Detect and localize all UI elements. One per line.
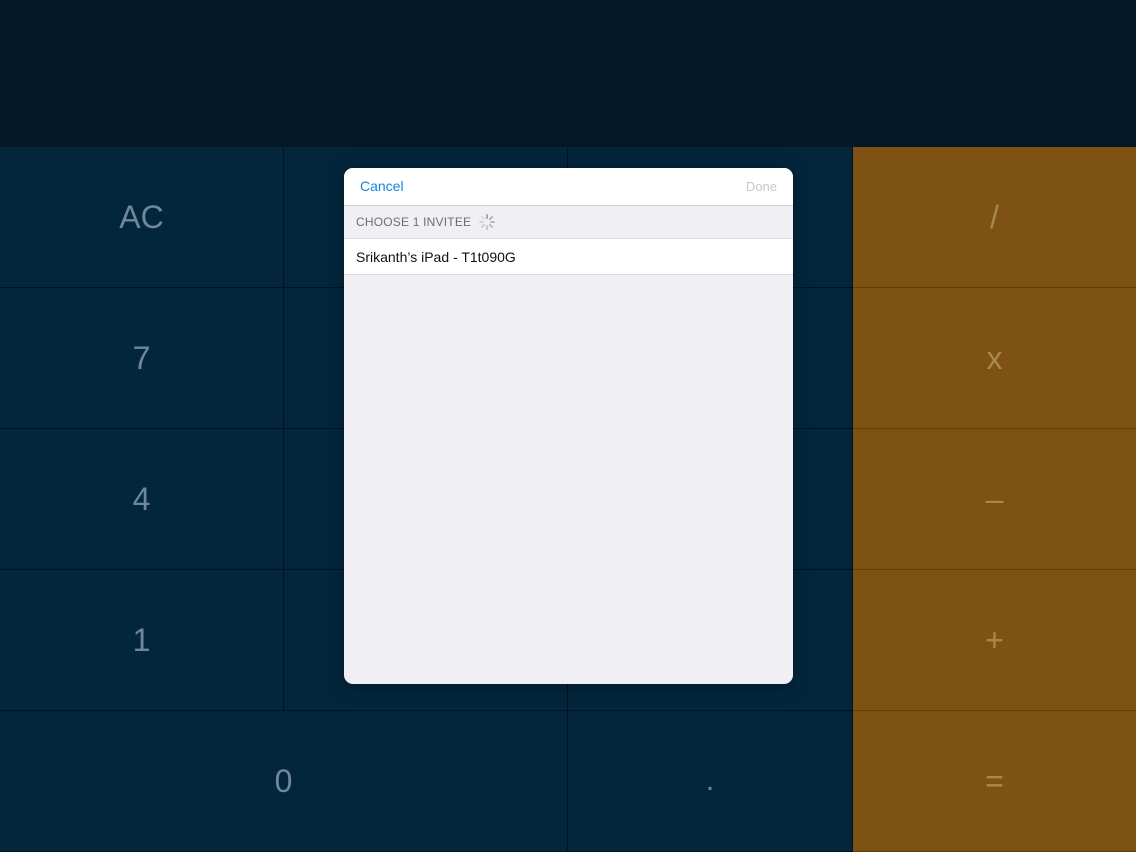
activity-spinner-icon — [479, 214, 496, 230]
key-equals[interactable]: = — [853, 711, 1136, 852]
calculator-display — [0, 0, 1136, 147]
key-ac[interactable]: AC — [0, 147, 284, 288]
key-decimal[interactable]: . — [568, 711, 853, 852]
key-plus[interactable]: + — [853, 570, 1136, 711]
key-multiply[interactable]: x — [853, 288, 1136, 429]
key-minus[interactable]: – — [853, 429, 1136, 570]
key-4[interactable]: 4 — [0, 429, 284, 570]
invitee-picker-modal: Cancel Done CHOOSE 1 INVITEE Srikanth’s … — [344, 168, 793, 684]
key-7[interactable]: 7 — [0, 288, 284, 429]
cancel-button[interactable]: Cancel — [360, 178, 404, 194]
key-0[interactable]: 0 — [0, 711, 568, 852]
key-divide[interactable]: / — [853, 147, 1136, 288]
done-button[interactable]: Done — [746, 179, 777, 194]
invitee-row[interactable]: Srikanth’s iPad - T1t090G — [344, 238, 793, 275]
key-1[interactable]: 1 — [0, 570, 284, 711]
section-header-label: CHOOSE 1 INVITEE — [356, 215, 472, 229]
calculator-screen: AC / 7 x 4 – 1 + 0 . = Cancel Done CHOOS… — [0, 0, 1136, 852]
invitee-name: Srikanth’s iPad - T1t090G — [356, 248, 516, 265]
modal-navigation-bar: Cancel Done — [344, 168, 793, 206]
section-header: CHOOSE 1 INVITEE — [344, 206, 793, 238]
